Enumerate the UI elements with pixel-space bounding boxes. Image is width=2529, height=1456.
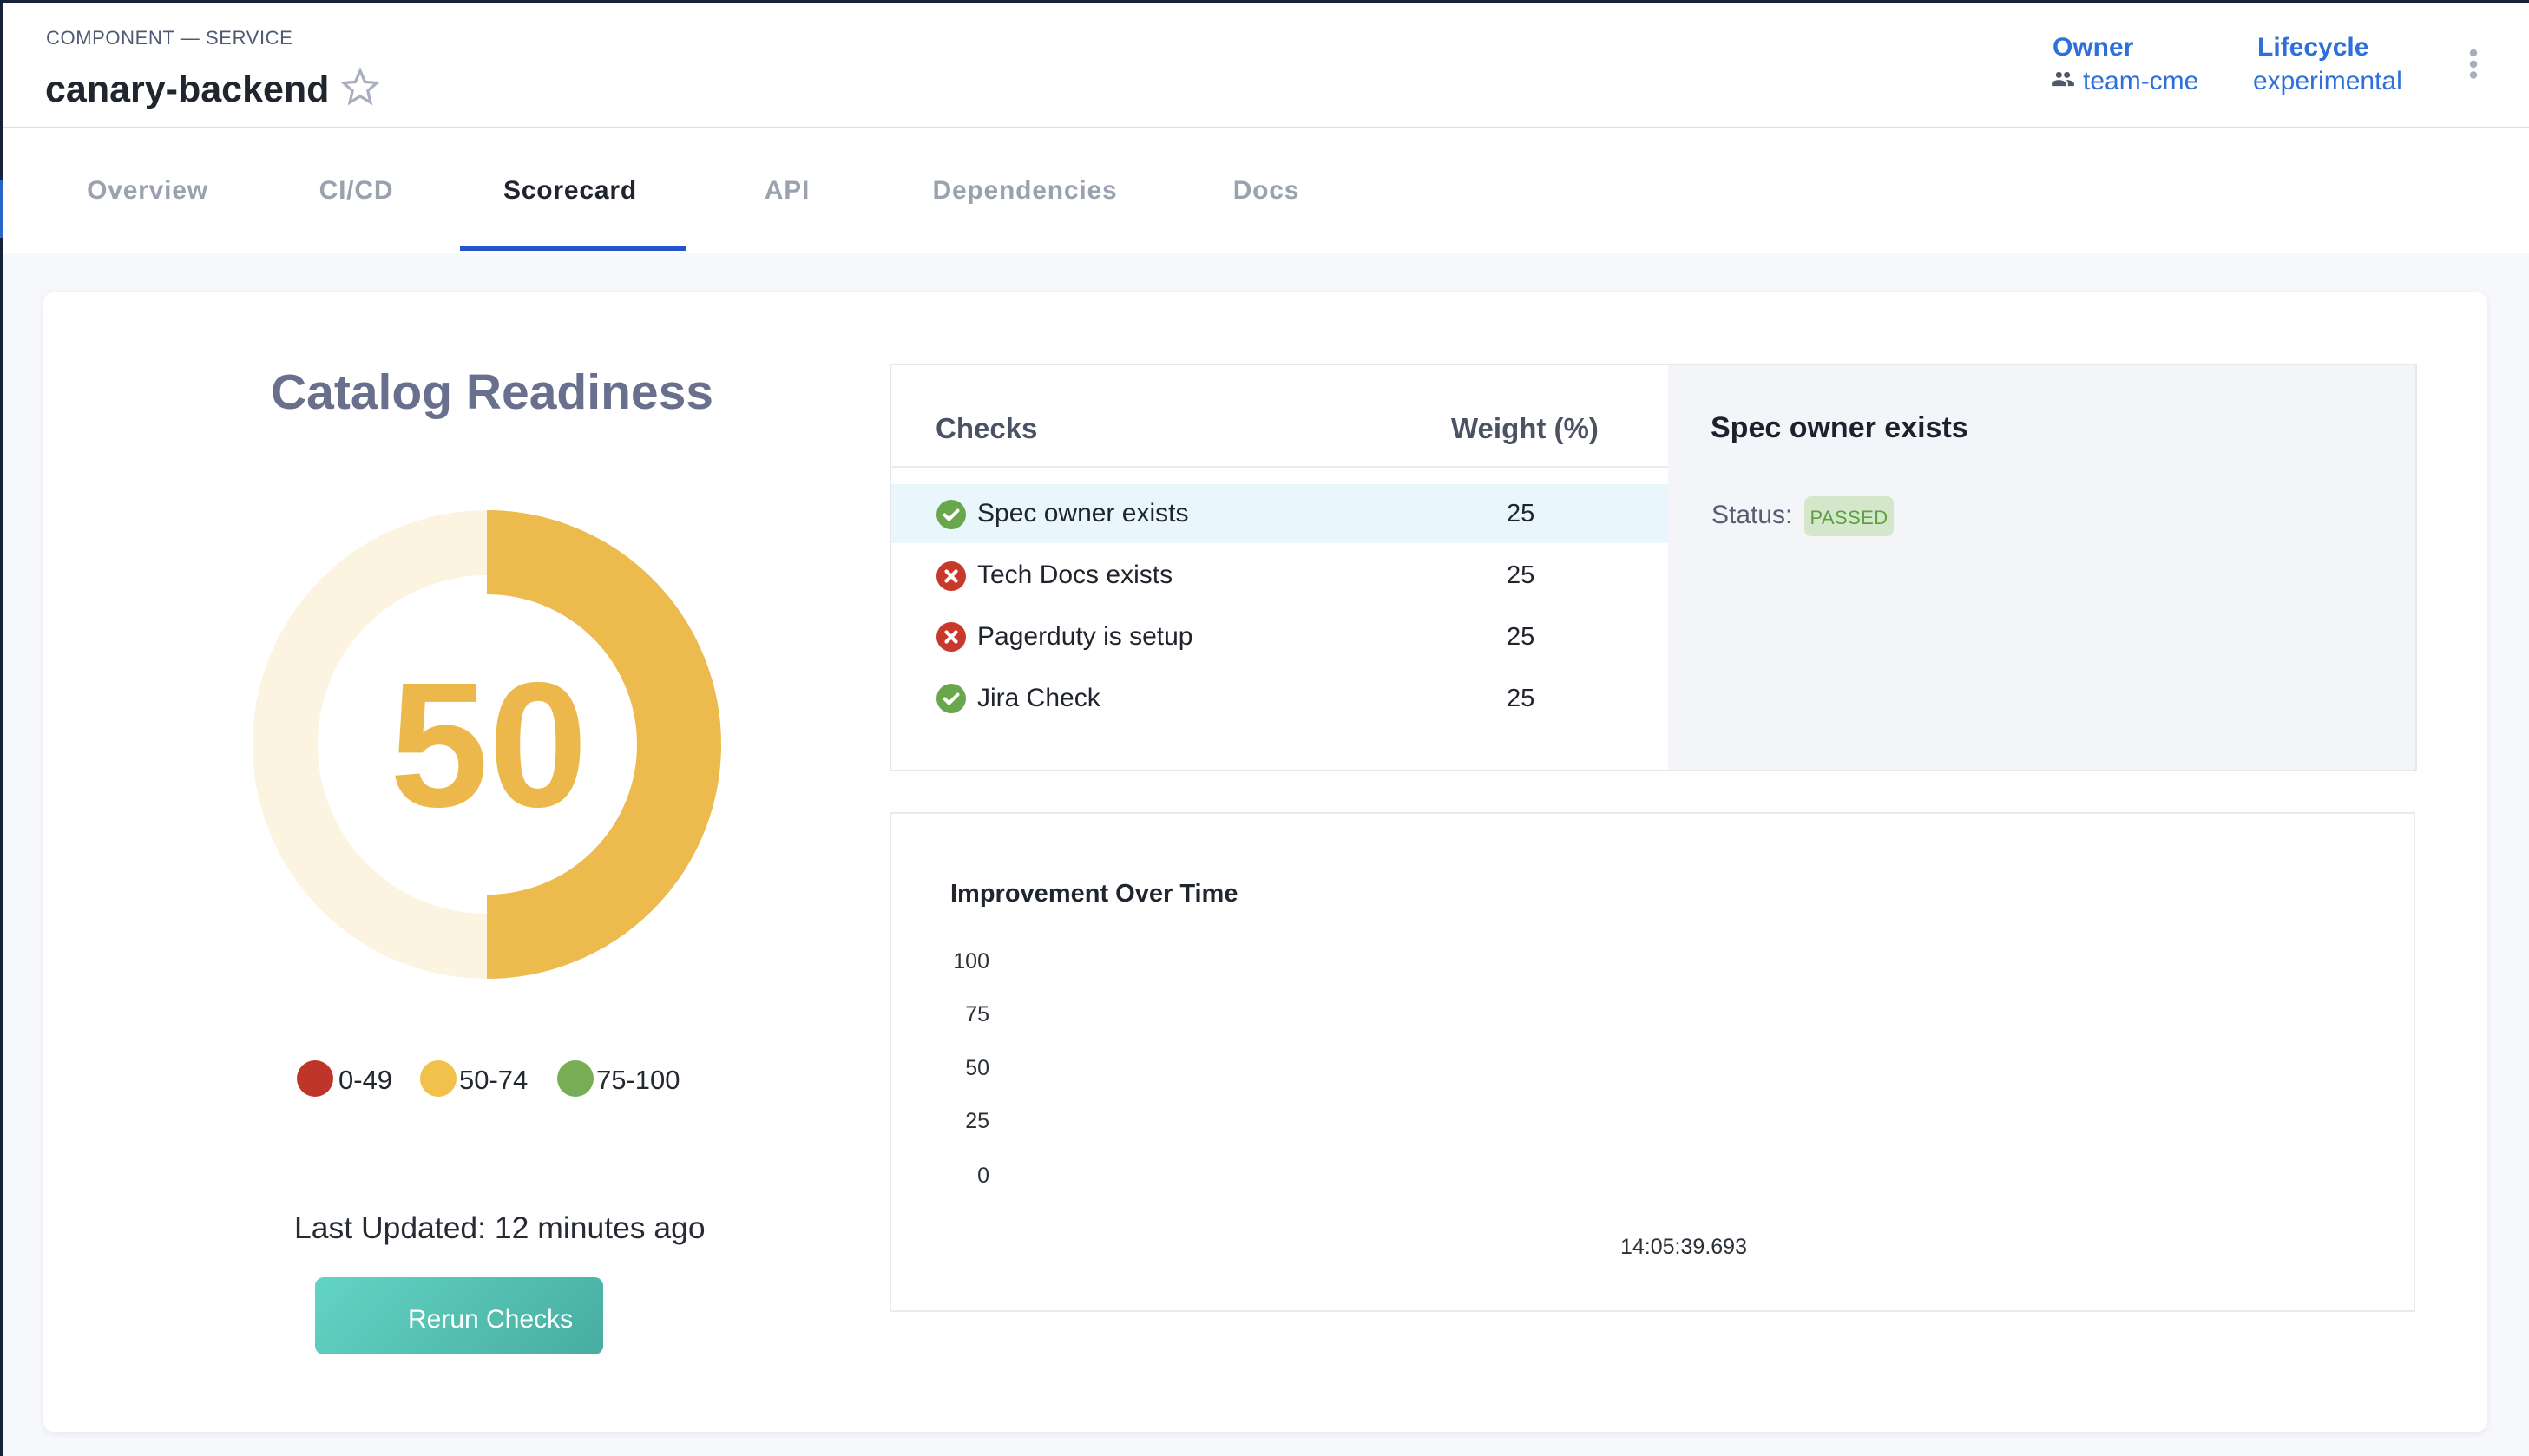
svg-text:50: 50	[390, 646, 588, 844]
